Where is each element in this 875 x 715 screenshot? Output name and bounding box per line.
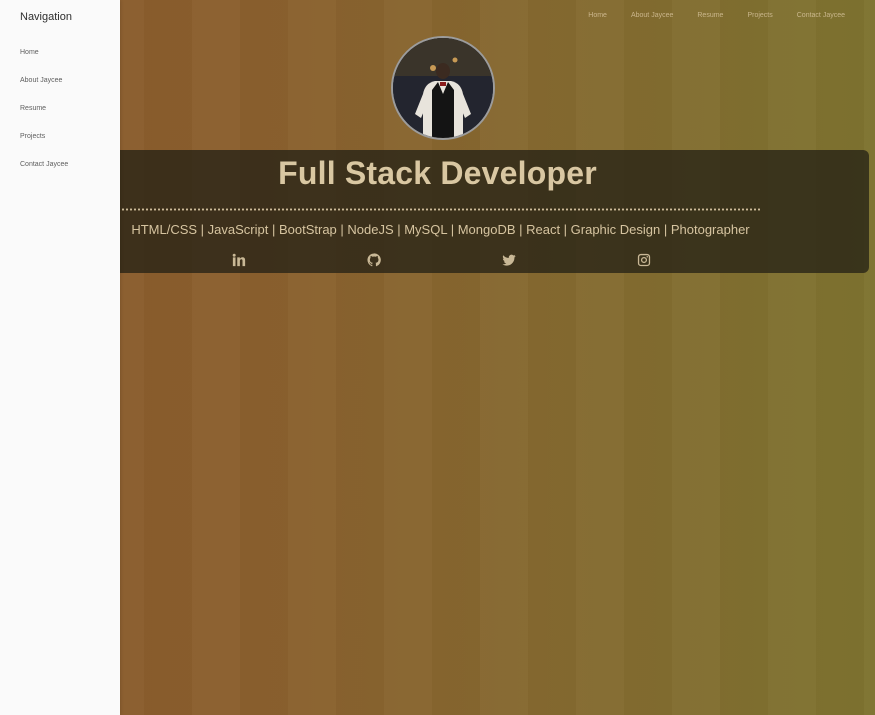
- hero-title: Full Stack Developer: [278, 155, 597, 191]
- drawer-item-home[interactable]: Home: [20, 49, 68, 77]
- drawer-item-projects[interactable]: Projects: [20, 133, 68, 161]
- drawer-menu: Home About Jaycee Resume Projects Contac…: [20, 49, 68, 189]
- drawer-item-resume[interactable]: Resume: [20, 105, 68, 133]
- twitter-icon[interactable]: [502, 253, 518, 269]
- profile-avatar: [391, 36, 495, 140]
- top-navbar: Home About Jaycee Resume Projects Contac…: [0, 0, 875, 34]
- skills-line: HTML/CSS | JavaScript | BootStrap | Node…: [131, 222, 750, 237]
- github-icon[interactable]: [367, 253, 383, 269]
- instagram-icon[interactable]: [637, 253, 653, 269]
- profile-photo: [393, 38, 493, 138]
- linkedin-icon[interactable]: [232, 253, 248, 269]
- social-links: [0, 253, 875, 271]
- drawer-title: Navigation: [20, 11, 72, 23]
- top-nav-links: Home About Jaycee Resume Projects Contac…: [588, 12, 845, 19]
- nav-link-resume[interactable]: Resume: [697, 12, 723, 19]
- navigation-drawer: Navigation Home About Jaycee Resume Proj…: [0, 0, 120, 715]
- nav-link-about[interactable]: About Jaycee: [631, 12, 673, 19]
- nav-link-home[interactable]: Home: [588, 12, 607, 19]
- drawer-item-contact[interactable]: Contact Jaycee: [20, 161, 68, 189]
- nav-link-projects[interactable]: Projects: [747, 12, 772, 19]
- drawer-item-about[interactable]: About Jaycee: [20, 77, 68, 105]
- dotted-divider: [121, 208, 762, 211]
- nav-link-contact[interactable]: Contact Jaycee: [797, 12, 845, 19]
